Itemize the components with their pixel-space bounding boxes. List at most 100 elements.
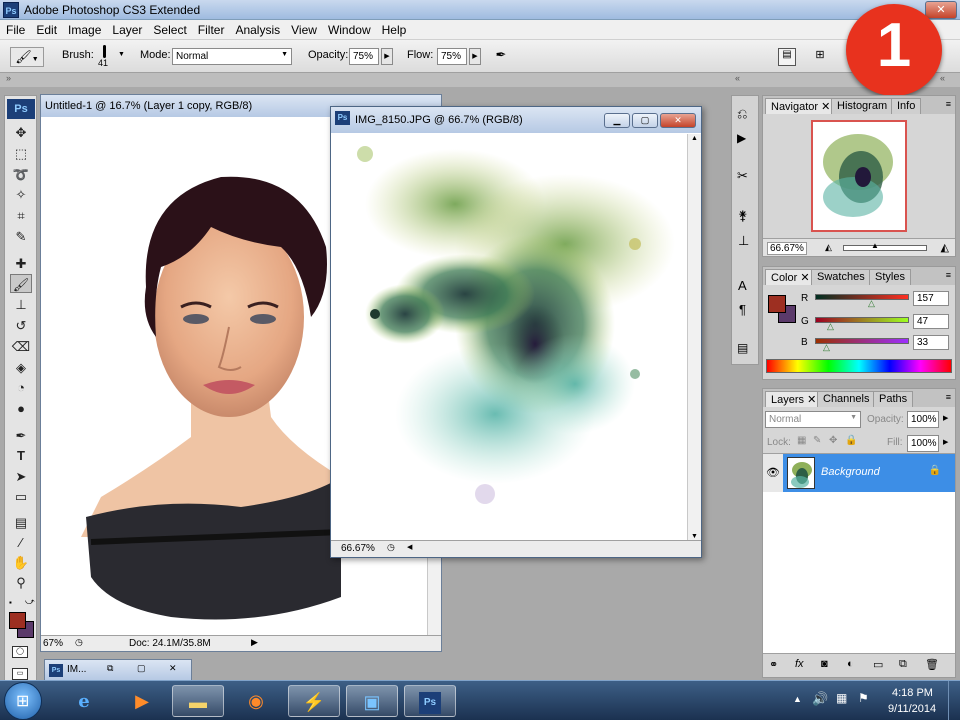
brushes-panel-icon[interactable]: ⚵ (738, 208, 748, 224)
menu-window[interactable]: Window (322, 20, 376, 37)
zoom-level[interactable]: 66.67% (341, 543, 375, 554)
navigator-zoom-slider[interactable] (843, 245, 927, 251)
layer-thumbnail[interactable] (787, 457, 815, 489)
start-button[interactable]: ⊞ (4, 682, 42, 720)
taskbar-photoshop[interactable]: Ps (404, 685, 456, 717)
blend-mode-select[interactable]: Normal ▼ (765, 411, 861, 428)
navigator-thumbnail[interactable] (811, 120, 907, 232)
lock-all-icon[interactable]: 🔒 (845, 435, 857, 446)
visibility-eye-icon[interactable]: 👁 (763, 454, 783, 492)
history-brush-tool-icon[interactable]: ↺ (10, 316, 32, 335)
flow-slider-button[interactable]: ▶ (469, 48, 481, 65)
vertical-scrollbar[interactable]: ▲ ▼ (687, 134, 701, 541)
paint-bucket-tool-icon[interactable]: ◈ (10, 358, 32, 377)
zoom-in-icon[interactable]: ◭ (941, 241, 949, 254)
layer-style-icon[interactable]: fx (795, 658, 804, 670)
link-layers-icon[interactable]: ⚭ (769, 658, 778, 671)
collapse-toolbox-icon[interactable]: » (6, 73, 11, 83)
hand-tool-icon[interactable]: ✋ (10, 553, 32, 572)
menu-image[interactable]: Image (62, 20, 106, 37)
shape-tool-icon[interactable]: ▭ (10, 487, 32, 506)
taskbar-winamp[interactable]: ⚡ (288, 685, 340, 717)
menu-filter[interactable]: Filter (192, 20, 230, 37)
new-layer-icon[interactable]: ⧉ (899, 658, 907, 671)
document-title-bar[interactable]: Ps IMG_8150.JPG @ 66.7% (RGB/8) ▁ ▢ ✕ (331, 107, 701, 133)
flow-input[interactable]: 75% (437, 48, 467, 65)
tab-info[interactable]: Info (891, 98, 922, 114)
notes-tool-icon[interactable]: ▤ (10, 513, 32, 532)
zoom-level[interactable]: 67% (43, 638, 63, 649)
tab-color[interactable]: Color ✕ (765, 269, 816, 285)
paragraph-panel-icon[interactable]: ¶ (739, 302, 746, 317)
lock-position-icon[interactable]: ✥ (829, 435, 837, 446)
color-spectrum-ramp[interactable] (766, 359, 952, 373)
show-hidden-icons-icon[interactable]: ▲ (793, 694, 802, 704)
history-panel-icon[interactable]: ⎌ (737, 106, 747, 122)
zoom-out-icon[interactable]: ◭ (825, 242, 832, 253)
mode-select[interactable]: Normal ▼ (172, 48, 292, 65)
layer-opacity-input[interactable]: 100% (907, 411, 939, 428)
menu-view[interactable]: View (285, 20, 322, 37)
clone-source-icon[interactable]: ⊥ (738, 233, 749, 249)
taskbar-picture-viewer[interactable]: ▣ (346, 685, 398, 717)
healing-brush-tool-icon[interactable]: ✚ (10, 254, 32, 273)
scroll-up-arrow-icon[interactable]: ▲ (691, 135, 698, 142)
panel-menu-icon[interactable]: ≡ (946, 270, 951, 280)
crop-tool-icon[interactable]: ⌗ (10, 206, 32, 225)
menu-file[interactable]: File (0, 20, 30, 37)
move-tool-icon[interactable]: ✥ (10, 123, 32, 142)
panel-menu-icon[interactable]: ≡ (946, 392, 951, 402)
workspace-icon[interactable]: ⊞ (808, 48, 832, 66)
swap-colors-icon[interactable]: ⤻ (25, 596, 35, 607)
splash-canvas[interactable] (335, 134, 685, 538)
pen-tool-icon[interactable]: ✒ (10, 426, 32, 445)
lasso-tool-icon[interactable]: ➰ (10, 165, 32, 184)
close-button[interactable]: ✕ (660, 113, 696, 128)
fill-arrow-icon[interactable]: ▶ (943, 438, 948, 446)
tab-channels[interactable]: Channels (817, 391, 876, 407)
character-panel-icon[interactable]: A (738, 278, 747, 293)
type-tool-icon[interactable]: T (10, 446, 32, 465)
tool-preset-picker[interactable]: 🖌▼ (10, 47, 44, 67)
navigator-zoom-input[interactable]: 66.67% (767, 242, 807, 255)
channel-g-input[interactable]: 47 (913, 314, 949, 329)
clock-time[interactable]: 4:18 PM (892, 687, 933, 699)
path-selection-tool-icon[interactable]: ➤ (10, 467, 32, 486)
menu-analysis[interactable]: Analysis (229, 20, 285, 37)
status-menu-icon[interactable]: ◷ (387, 542, 395, 553)
palette-well-icon[interactable]: ▤ (778, 48, 796, 66)
channel-g-thumb-icon[interactable]: △ (827, 321, 834, 332)
slider-thumb-icon[interactable]: ▲ (871, 241, 879, 250)
zoom-tool-icon[interactable]: ⚲ (10, 573, 32, 592)
lock-pixels-icon[interactable]: ✎ (813, 435, 821, 446)
tab-styles[interactable]: Styles (869, 269, 911, 285)
tab-swatches[interactable]: Swatches (811, 269, 871, 285)
layer-name[interactable]: Background (821, 466, 880, 478)
clone-stamp-tool-icon[interactable]: ⊥ (10, 295, 32, 314)
adjustment-layer-icon[interactable]: ◐ (847, 658, 854, 670)
menu-edit[interactable]: Edit (30, 20, 62, 37)
channel-b-thumb-icon[interactable]: △ (823, 342, 830, 353)
brush-picker[interactable]: 41 ▼ (96, 44, 128, 70)
taskbar-media-player[interactable]: ▶ (116, 685, 168, 717)
new-group-icon[interactable]: ▭ (873, 658, 883, 671)
taskbar-internet-explorer[interactable]: e (58, 685, 110, 717)
minimized-document[interactable]: Ps IM... ⧉ ▢ ✕ (44, 659, 192, 681)
eraser-tool-icon[interactable]: ⌫ (10, 337, 32, 356)
quick-mask-icon[interactable]: ◯ (12, 646, 28, 658)
tab-navigator[interactable]: Navigator ✕ (765, 98, 837, 114)
menu-select[interactable]: Select (147, 20, 191, 37)
dodge-tool-icon[interactable]: ● (10, 399, 32, 418)
collapse-dock-icon[interactable]: « (735, 73, 740, 83)
magic-wand-tool-icon[interactable]: ✧ (10, 185, 32, 204)
channel-r-input[interactable]: 157 (913, 291, 949, 306)
brush-tool-icon[interactable]: 🖌 (10, 274, 32, 293)
blur-tool-icon[interactable]: ◔ (10, 378, 32, 397)
scroll-down-arrow-icon[interactable]: ▼ (691, 533, 698, 540)
close-icon[interactable]: ✕ (169, 663, 177, 674)
network-icon[interactable]: ▦ (836, 691, 847, 705)
clock-date[interactable]: 9/11/2014 (888, 703, 936, 715)
layer-mask-icon[interactable]: ◙ (821, 658, 828, 670)
document-window-img-8150[interactable]: Ps IMG_8150.JPG @ 66.7% (RGB/8) ▁ ▢ ✕ ▲ … (330, 106, 702, 558)
restore-icon[interactable]: ⧉ (107, 663, 113, 674)
